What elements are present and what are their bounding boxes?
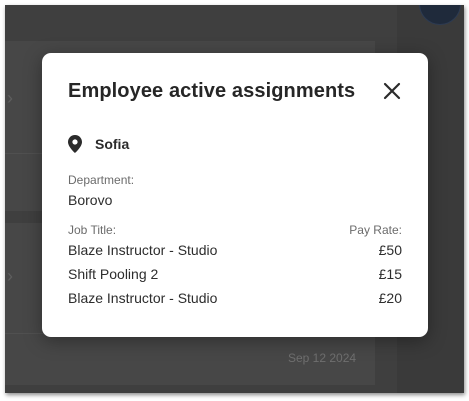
assignments-dialog: Employee active assignments Sofia Depart…	[42, 53, 428, 337]
map-pin-icon	[68, 135, 82, 153]
close-icon	[383, 82, 401, 100]
department-label: Department:	[68, 173, 135, 187]
assignment-rate: £50	[378, 242, 402, 258]
assignment-rate: £20	[378, 290, 402, 306]
location-row: Sofia	[68, 134, 129, 154]
assignment-title: Shift Pooling 2	[68, 266, 159, 282]
location-name: Sofia	[95, 136, 130, 152]
department-value: Borovo	[68, 192, 113, 208]
dialog-title: Employee active assignments	[68, 80, 356, 102]
assignment-title: Blaze Instructor - Studio	[68, 242, 218, 258]
job-title-label: Job Title:	[68, 223, 117, 237]
assignment-rate: £15	[378, 266, 402, 282]
close-button[interactable]	[380, 79, 404, 103]
chevron-right-icon: ›	[7, 88, 13, 108]
pay-rate-label: Pay Rate:	[349, 223, 402, 237]
assignment-title: Blaze Instructor - Studio	[68, 290, 218, 306]
chevron-right-icon: ›	[7, 266, 13, 286]
background-date: Sep 12 2024	[288, 351, 357, 365]
